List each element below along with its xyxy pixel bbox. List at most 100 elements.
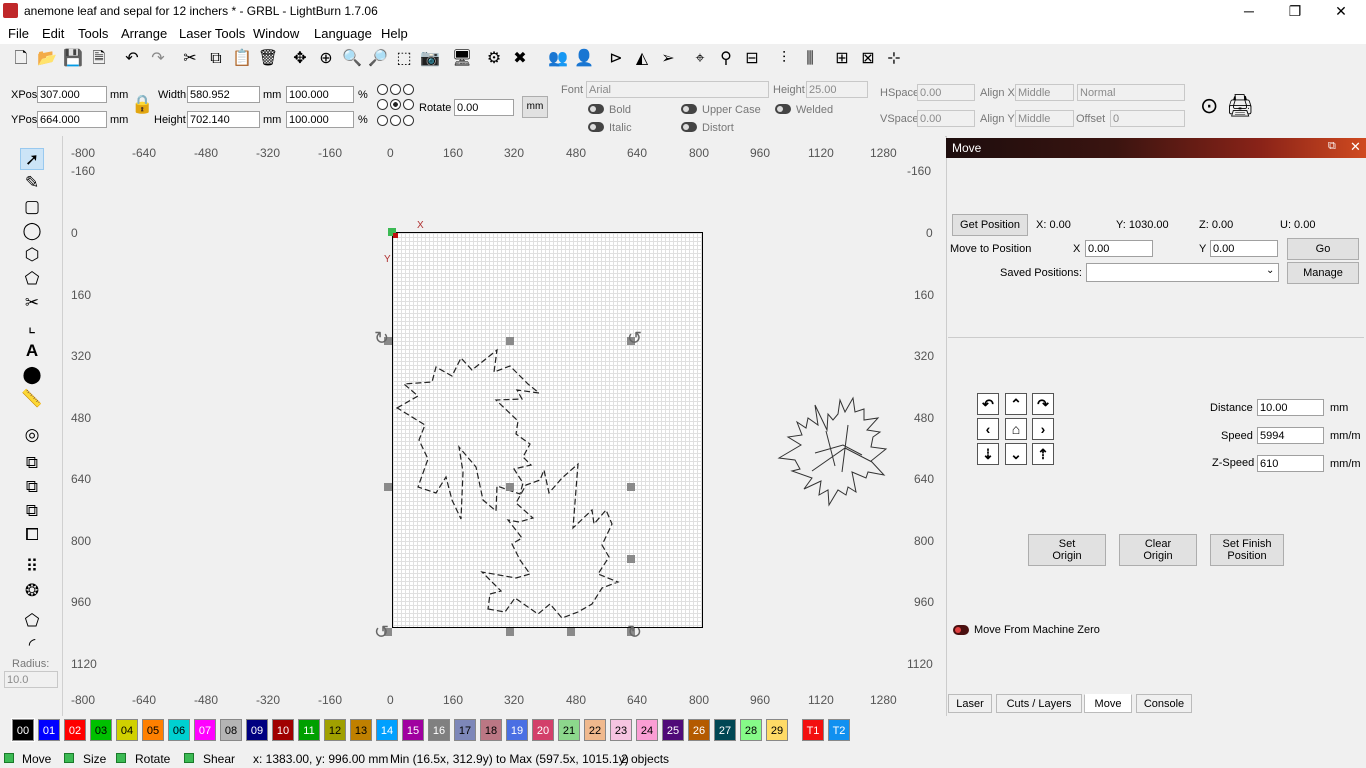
layer-swatch-06[interactable]: 06 bbox=[168, 719, 190, 741]
rotate-handle-icon[interactable]: ↺ bbox=[374, 622, 389, 643]
status-bar: Move Size Rotate Shear x: 1383.00, y: 99… bbox=[0, 748, 1366, 768]
tab-cuts-layers[interactable]: Cuts / Layers bbox=[996, 694, 1082, 713]
layer-swatch-10[interactable]: 10 bbox=[272, 719, 294, 741]
layer-swatch-15[interactable]: 15 bbox=[402, 719, 424, 741]
set-origin-label-1: Set bbox=[1058, 538, 1076, 550]
distance-label: Distance bbox=[1210, 402, 1253, 414]
sepal-shape bbox=[777, 396, 888, 507]
jog-left-icon[interactable]: ‹ bbox=[977, 418, 999, 440]
layer-swatch-03[interactable]: 03 bbox=[90, 719, 112, 741]
move-panel-title: Move bbox=[952, 141, 982, 155]
clear-origin-button[interactable]: Clear Origin bbox=[1119, 534, 1197, 566]
layer-swatch-08[interactable]: 08 bbox=[220, 719, 242, 741]
layer-swatch-28[interactable]: 28 bbox=[740, 719, 762, 741]
move-checkbox[interactable] bbox=[4, 753, 14, 763]
rotate-handle-icon[interactable]: ↺ bbox=[627, 328, 642, 349]
readout-z: Z: 0.00 bbox=[1199, 219, 1234, 231]
selection-handle[interactable] bbox=[506, 628, 514, 636]
set-finish-label-1: Set Finish bbox=[1222, 538, 1272, 550]
layer-swatch-27[interactable]: 27 bbox=[714, 719, 736, 741]
layer-swatch-19[interactable]: 19 bbox=[506, 719, 528, 741]
jog-rotate-cw-icon[interactable]: ↷ bbox=[1032, 393, 1054, 415]
z-speed-input[interactable]: 610 bbox=[1257, 455, 1324, 472]
layer-swatch-11[interactable]: 11 bbox=[298, 719, 320, 741]
layer-swatch-04[interactable]: 04 bbox=[116, 719, 138, 741]
rotate-checkbox[interactable] bbox=[116, 753, 126, 763]
float-panel-icon[interactable]: ⧉ bbox=[1328, 140, 1336, 153]
readout-x: X: 0.00 bbox=[1036, 219, 1071, 231]
set-origin-label-2: Origin bbox=[1052, 550, 1082, 562]
chevron-down-icon: ⌄ bbox=[1266, 265, 1275, 276]
move-x-input[interactable]: 0.00 bbox=[1085, 240, 1153, 257]
selection-handle[interactable] bbox=[384, 483, 392, 491]
rotate-status-label: Rotate bbox=[135, 752, 171, 766]
selection-handle[interactable] bbox=[506, 483, 514, 491]
layer-swatch-22[interactable]: 22 bbox=[584, 719, 606, 741]
layer-swatch-00[interactable]: 00 bbox=[11, 718, 35, 742]
readout-y: Y: 1030.00 bbox=[1116, 219, 1169, 231]
jog-down-icon[interactable]: ⌄ bbox=[1005, 443, 1027, 465]
layer-swatch-13[interactable]: 13 bbox=[350, 719, 372, 741]
z-speed-unit: mm/m bbox=[1330, 458, 1361, 470]
selection-handle[interactable] bbox=[627, 555, 635, 563]
layer-swatch-07[interactable]: 07 bbox=[194, 719, 216, 741]
upper-leaf-shape bbox=[395, 348, 542, 520]
tab-laser[interactable]: Laser bbox=[948, 694, 992, 713]
speed-unit: mm/m bbox=[1330, 430, 1361, 442]
get-position-button[interactable]: Get Position bbox=[952, 214, 1028, 236]
tab-move[interactable]: Move bbox=[1084, 694, 1132, 713]
rotate-handle-icon[interactable]: ↻ bbox=[627, 622, 642, 643]
shear-checkbox[interactable] bbox=[184, 753, 194, 763]
layer-swatch-14[interactable]: 14 bbox=[376, 719, 398, 741]
layer-swatch-26[interactable]: 26 bbox=[688, 719, 710, 741]
move-from-zero-label: Move From Machine Zero bbox=[974, 624, 1100, 636]
jog-rotate-ccw-icon[interactable]: ↶ bbox=[977, 393, 999, 415]
set-origin-button[interactable]: Set Origin bbox=[1028, 534, 1106, 566]
jog-right-icon[interactable]: › bbox=[1032, 418, 1054, 440]
saved-positions-label: Saved Positions: bbox=[1000, 267, 1082, 279]
selection-handle[interactable] bbox=[506, 337, 514, 345]
layer-swatch-24[interactable]: 24 bbox=[636, 719, 658, 741]
layer-swatch-01[interactable]: 01 bbox=[38, 719, 60, 741]
layer-swatch-29[interactable]: 29 bbox=[766, 719, 788, 741]
manage-button[interactable]: Manage bbox=[1287, 262, 1359, 284]
layer-swatch-23[interactable]: 23 bbox=[610, 719, 632, 741]
z-speed-label: Z-Speed bbox=[1212, 457, 1255, 469]
go-button[interactable]: Go bbox=[1287, 238, 1359, 260]
speed-input[interactable]: 5994 bbox=[1257, 427, 1324, 444]
close-panel-icon[interactable]: ✕ bbox=[1350, 139, 1361, 155]
layer-swatch-21[interactable]: 21 bbox=[558, 719, 580, 741]
selection-handle[interactable] bbox=[627, 483, 635, 491]
rotate-handle-icon[interactable]: ↻ bbox=[374, 328, 389, 349]
size-checkbox[interactable] bbox=[64, 753, 74, 763]
move-from-zero-toggle[interactable] bbox=[953, 625, 969, 635]
layer-swatch-25[interactable]: 25 bbox=[662, 719, 684, 741]
cursor-coordinates: x: 1383.00, y: 996.00 mm bbox=[253, 752, 389, 766]
layer-swatch-16[interactable]: 16 bbox=[428, 719, 450, 741]
layer-swatch-02[interactable]: 02 bbox=[64, 719, 86, 741]
set-finish-position-button[interactable]: Set Finish Position bbox=[1210, 534, 1284, 566]
jog-z-up-icon[interactable]: ⇡ bbox=[1032, 443, 1054, 465]
layer-swatch-09[interactable]: 09 bbox=[246, 719, 268, 741]
layer-swatch-t2[interactable]: T2 bbox=[828, 719, 850, 741]
layer-swatch-18[interactable]: 18 bbox=[480, 719, 502, 741]
selection-handle[interactable] bbox=[567, 628, 575, 636]
distance-unit: mm bbox=[1330, 402, 1349, 414]
layer-swatch-05[interactable]: 05 bbox=[142, 719, 164, 741]
move-to-position-label: Move to Position bbox=[950, 243, 1032, 255]
panel-divider bbox=[948, 337, 1364, 338]
shear-status-label: Shear bbox=[203, 752, 236, 766]
layer-swatch-t1[interactable]: T1 bbox=[802, 719, 824, 741]
speed-label: Speed bbox=[1221, 430, 1253, 442]
jog-z-down-icon[interactable]: ⇣ bbox=[977, 443, 999, 465]
size-status-label: Size bbox=[83, 752, 107, 766]
layer-swatch-17[interactable]: 17 bbox=[454, 719, 476, 741]
distance-input[interactable]: 10.00 bbox=[1257, 399, 1324, 416]
tab-console[interactable]: Console bbox=[1136, 694, 1192, 713]
layer-swatch-12[interactable]: 12 bbox=[324, 719, 346, 741]
jog-up-icon[interactable]: ⌃ bbox=[1005, 393, 1027, 415]
layer-swatch-20[interactable]: 20 bbox=[532, 719, 554, 741]
move-y-input[interactable]: 0.00 bbox=[1210, 240, 1278, 257]
jog-home-icon[interactable]: ⌂ bbox=[1005, 418, 1027, 440]
saved-positions-select[interactable] bbox=[1086, 263, 1279, 282]
